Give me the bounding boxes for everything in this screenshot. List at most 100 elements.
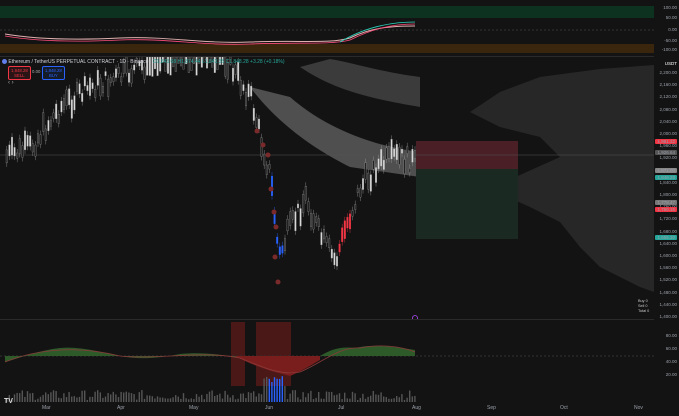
price-axis[interactable]: USDT 2,200.00 2,160.00 2,120.00 2,080.00 2,0… — [654, 56, 679, 319]
price-tick: 1,680.00 — [659, 228, 677, 234]
candle — [130, 68, 133, 84]
volume-bar — [201, 394, 203, 402]
candle — [143, 66, 146, 80]
volume-bar — [71, 396, 73, 402]
candle — [24, 130, 26, 150]
volume-bar — [224, 390, 226, 402]
candle — [78, 83, 81, 95]
volume-bar — [175, 395, 177, 402]
volume-bar — [268, 378, 270, 402]
candle — [320, 232, 323, 246]
volume-bar — [81, 390, 83, 402]
volume-bar — [362, 393, 364, 402]
volume-bar — [172, 397, 174, 402]
candle — [414, 150, 416, 159]
candle — [375, 167, 377, 183]
volume-bar — [281, 376, 283, 402]
candle — [42, 112, 45, 132]
candle — [408, 168, 411, 173]
symbol-title-bar[interactable]: Ethereum / TetherUS PERPETUAL CONTRACT ·… — [2, 59, 285, 65]
volume-bar — [263, 378, 265, 402]
volume-bar — [310, 390, 312, 402]
month-label: Mar — [42, 405, 51, 411]
price-tick: 2,120.00 — [659, 94, 677, 100]
volume-bar — [162, 397, 164, 402]
candle — [346, 217, 349, 229]
buy-button[interactable]: 1,848.28 BUY — [42, 66, 65, 80]
volume-bar — [188, 399, 190, 402]
volume-bar — [286, 399, 289, 402]
volume-bar — [206, 393, 208, 402]
volume-bar — [110, 394, 112, 402]
collapse-icon[interactable]: ‹ › — [8, 80, 14, 86]
legend-sell-value: 0 — [645, 304, 648, 309]
lower-tick: 40.00 — [665, 359, 677, 364]
candle — [351, 210, 354, 217]
candle — [390, 139, 393, 160]
volume-bar — [180, 398, 182, 402]
quantity-field[interactable]: 0.00 — [32, 69, 40, 74]
volume-bar — [279, 378, 281, 402]
volume-bar — [344, 392, 346, 402]
price-tick: 1,920.00 — [659, 155, 677, 161]
candle — [34, 144, 37, 157]
candle — [411, 149, 414, 163]
candle — [37, 133, 39, 144]
sell-button[interactable]: 1,848.28 SELL — [8, 66, 31, 80]
tv-logo[interactable]: TV — [4, 398, 13, 405]
price-pane[interactable]: Ethereum / TetherUS PERPETUAL CONTRACT ·… — [0, 17, 654, 321]
symbol-title[interactable]: Ethereum / TetherUS PERPETUAL CONTRACT ·… — [8, 59, 148, 65]
candle — [76, 81, 78, 92]
volume-bar — [312, 399, 315, 402]
volume-bar — [377, 394, 380, 402]
volume-bar — [398, 397, 400, 402]
volume-bar — [323, 398, 325, 402]
candle — [26, 134, 29, 147]
candle — [120, 76, 123, 83]
candle — [317, 218, 320, 228]
volume-bar — [52, 390, 55, 402]
volume-bar — [120, 391, 122, 402]
lower-indicator-svg — [0, 322, 654, 402]
volume-bar — [26, 391, 29, 402]
volume-bar — [336, 394, 338, 402]
volume-bar — [284, 385, 286, 402]
lower-tick: 60.00 — [665, 346, 677, 351]
volume-bar — [367, 396, 369, 402]
volume-bar — [107, 392, 109, 402]
volume-bar — [167, 398, 169, 402]
current-tag: 1,848.28 — [655, 175, 677, 180]
volume-bar — [411, 396, 413, 402]
candle — [73, 95, 76, 111]
candle — [112, 76, 115, 82]
price-tick: 1,800.00 — [659, 192, 677, 197]
volume-bar — [409, 390, 411, 402]
candle — [128, 72, 130, 83]
volume-bar — [276, 378, 278, 402]
candle — [268, 164, 271, 170]
osc-tick: -50.00 — [664, 38, 677, 43]
candle — [115, 68, 117, 78]
volume-bar — [190, 398, 192, 402]
candle — [102, 86, 104, 94]
candle — [104, 71, 107, 77]
volume-bar — [302, 392, 304, 402]
legend-total-label: Total — [638, 309, 647, 314]
lower-axis: 80.00 60.00 40.00 20.00 — [654, 319, 679, 401]
volume-bar — [325, 391, 328, 402]
volume-bar — [146, 395, 148, 402]
volume-bar — [401, 394, 403, 402]
candle — [107, 78, 110, 97]
candle — [291, 210, 294, 220]
volume-bar — [91, 396, 94, 402]
volume-bar — [68, 392, 70, 402]
stop-tag: 1,961.22 — [655, 139, 677, 144]
price-tick: 2,200.00 — [659, 70, 677, 75]
volume-bar — [47, 394, 49, 402]
candle — [89, 77, 91, 96]
volume-bar — [219, 393, 221, 402]
currency-label[interactable]: USDT — [665, 61, 677, 66]
month-label: Apr — [117, 405, 125, 411]
price-chart[interactable] — [0, 17, 654, 321]
candle — [286, 218, 289, 232]
